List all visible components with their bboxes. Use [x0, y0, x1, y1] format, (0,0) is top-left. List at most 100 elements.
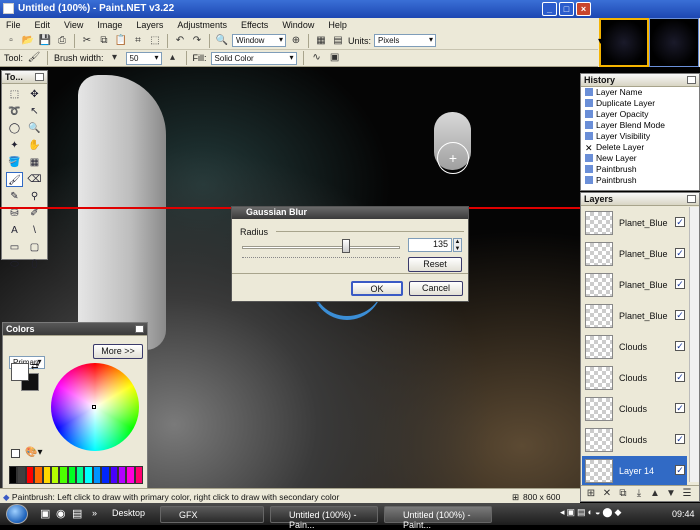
palette-swatch[interactable]: [59, 466, 68, 484]
history-item[interactable]: Layer Visibility: [581, 131, 699, 142]
palette-swatch[interactable]: [92, 466, 102, 484]
duplicate-layer-icon[interactable]: ⧉: [616, 487, 630, 501]
history-item[interactable]: New Layer: [581, 152, 699, 163]
layer-row[interactable]: Clouds ✓: [582, 332, 687, 362]
layer-visibility-checkbox[interactable]: ✓: [675, 310, 685, 320]
palette-swatch[interactable]: [9, 466, 18, 484]
layer-row[interactable]: Layer 14 ✓: [582, 456, 687, 486]
history-item[interactable]: Layer Opacity: [581, 109, 699, 120]
ok-button[interactable]: OK: [351, 281, 403, 296]
radius-slider-thumb[interactable]: [342, 239, 350, 253]
increase-icon[interactable]: ▴: [166, 51, 180, 65]
fill-dropdown[interactable]: Solid Color: [210, 51, 297, 65]
swap-colors-icon[interactable]: ⇄: [31, 361, 39, 372]
layer-row[interactable]: Planet_Blue ✓: [582, 239, 687, 269]
start-button[interactable]: [6, 504, 28, 524]
add-palette-color-icon[interactable]: [11, 449, 20, 458]
layer-visibility-checkbox[interactable]: ✓: [675, 248, 685, 258]
colors-panel-close-button[interactable]: [135, 325, 144, 333]
rectangle-select-icon[interactable]: ⬚: [6, 87, 23, 102]
taskbar-desktop[interactable]: Desktop: [112, 508, 145, 518]
layer-visibility-checkbox[interactable]: ✓: [675, 341, 685, 351]
delete-layer-icon[interactable]: ✕: [600, 487, 614, 501]
zoom-dropdown[interactable]: Window: [232, 34, 286, 47]
copy-icon[interactable]: ⧉: [97, 34, 111, 48]
menu-effects[interactable]: Effects: [241, 18, 268, 32]
move-layer-up-icon[interactable]: ▲: [648, 487, 662, 501]
toolbar-arrow-icon[interactable]: »: [92, 508, 97, 518]
palette-swatch[interactable]: [17, 466, 26, 484]
paintbrush-tool-icon[interactable]: 🖌: [6, 172, 23, 187]
lasso-select-icon[interactable]: ➰: [6, 104, 23, 119]
layer-row[interactable]: Planet_Blue ✓: [582, 270, 687, 300]
quicklaunch-folder-icon[interactable]: ▤: [72, 507, 82, 520]
rectangle-shape-icon[interactable]: ▭: [6, 240, 23, 255]
pencil-icon[interactable]: ✎: [6, 189, 23, 204]
text-tool-icon[interactable]: A: [6, 223, 23, 238]
palette-swatch[interactable]: [76, 466, 85, 484]
rulers-icon[interactable]: ▤: [331, 34, 345, 48]
palette-swatch[interactable]: [50, 466, 60, 484]
paint-bucket-icon[interactable]: 🪣: [6, 155, 23, 170]
palette-swatch[interactable]: [126, 466, 135, 484]
palette-swatch[interactable]: [117, 466, 127, 484]
radius-input[interactable]: 135: [408, 238, 452, 252]
palette-swatch[interactable]: [101, 466, 110, 484]
color-wheel-marker[interactable]: [92, 405, 96, 409]
menu-window[interactable]: Window: [282, 18, 314, 32]
maximize-button[interactable]: □: [559, 2, 574, 16]
zoom-icon[interactable]: 🔍: [215, 34, 229, 48]
redo-icon[interactable]: ↷: [190, 34, 204, 48]
move-selected-icon[interactable]: ↖: [26, 104, 43, 119]
history-panel-close-button[interactable]: [687, 76, 696, 84]
palette-swatch[interactable]: [84, 466, 93, 484]
system-tray-icons[interactable]: ◂▣▤◐◒⬤◆: [560, 507, 623, 518]
deselect-icon[interactable]: ⬚: [148, 34, 162, 48]
cancel-button[interactable]: Cancel: [409, 281, 463, 296]
layer-row[interactable]: Planet_Blue ✓: [582, 208, 687, 238]
layers-panel-close-button[interactable]: [687, 195, 696, 203]
image-thumbnail-active[interactable]: [599, 18, 649, 67]
add-layer-icon[interactable]: ⊞: [584, 487, 598, 501]
layer-row[interactable]: Clouds ✓: [582, 425, 687, 455]
magic-wand-icon[interactable]: ✦: [6, 138, 23, 153]
color-picker-icon[interactable]: ⚲: [26, 189, 43, 204]
radius-slider-track[interactable]: [242, 246, 400, 249]
reset-button[interactable]: Reset: [408, 257, 462, 272]
menu-edit[interactable]: Edit: [35, 18, 51, 32]
thumbnails-menu-icon[interactable]: ▾: [598, 36, 606, 47]
tools-panel-close-button[interactable]: [35, 73, 44, 81]
eraser-icon[interactable]: ⌫: [26, 172, 43, 187]
taskbar-button-paintnet[interactable]: Untitled (100%) - Pain...: [270, 506, 378, 530]
history-item[interactable]: Paintbrush: [581, 174, 699, 185]
layer-visibility-checkbox[interactable]: ✓: [675, 279, 685, 289]
radius-spinner[interactable]: ▲ ▼: [453, 238, 462, 252]
palette-swatch[interactable]: [134, 466, 143, 484]
history-item[interactable]: Layer Name: [581, 87, 699, 98]
more-button[interactable]: More >>: [93, 344, 143, 359]
freeform-shape-icon[interactable]: ⬯: [26, 257, 43, 272]
zoom-tool-icon[interactable]: 🔍: [26, 121, 43, 136]
palette-swatch[interactable]: [109, 466, 118, 484]
menu-view[interactable]: View: [64, 18, 83, 32]
layer-row[interactable]: Clouds ✓: [582, 394, 687, 424]
palette-swatch[interactable]: [67, 466, 76, 484]
save-icon[interactable]: 💾: [38, 34, 52, 48]
history-item[interactable]: ✕ Delete Layer: [581, 141, 699, 153]
minimize-button[interactable]: _: [542, 2, 557, 16]
menu-file[interactable]: File: [6, 18, 21, 32]
merge-layer-down-icon[interactable]: ⤓: [632, 487, 646, 501]
crop-icon[interactable]: ⌗: [131, 34, 145, 48]
paste-icon[interactable]: 📋: [114, 34, 128, 48]
antialiasing-icon[interactable]: ∿: [310, 51, 324, 65]
ellipse-select-icon[interactable]: ◯: [6, 121, 23, 136]
move-selection-icon[interactable]: ✥: [26, 87, 43, 102]
brush-width-input[interactable]: 50: [125, 51, 162, 65]
undo-icon[interactable]: ↶: [173, 34, 187, 48]
layer-visibility-checkbox[interactable]: ✓: [675, 465, 685, 475]
palette-swatch[interactable]: [42, 466, 51, 484]
close-button[interactable]: ×: [576, 2, 591, 16]
pan-hand-icon[interactable]: ✋: [26, 138, 43, 153]
history-item[interactable]: Duplicate Layer: [581, 98, 699, 109]
gradient-icon[interactable]: ▦: [26, 155, 43, 170]
